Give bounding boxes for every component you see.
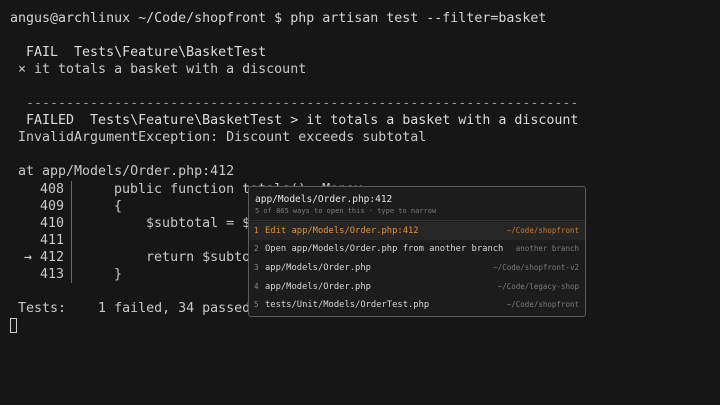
popup-title: app/Models/Order.php:412	[255, 194, 393, 205]
line-number: 412	[40, 250, 65, 265]
separator-line: ----------------------------------------…	[10, 96, 579, 111]
popup-divider	[249, 220, 585, 221]
option-context: ~/Code/shopfront	[506, 226, 579, 235]
popup-subtitle: 5 of 865 ways to open this · type to nar…	[255, 207, 437, 215]
option-label: tests/Unit/Models/OrderTest.php	[265, 300, 430, 310]
line-number: 411	[40, 233, 65, 248]
option-index: 1	[254, 226, 259, 235]
code-text: }	[74, 267, 123, 282]
tests-summary: Tests: 1 failed, 34 passed	[10, 301, 251, 316]
option-index: 2	[254, 244, 259, 253]
failed-test-case: × it totals a basket with a discount	[10, 62, 307, 77]
option-index: 4	[254, 282, 259, 291]
option-label: app/Models/Order.php	[265, 282, 371, 292]
command-prompt-line: angus@archlinux ~/Code/shopfront $ php a…	[10, 11, 547, 26]
line-number: 409	[40, 199, 65, 214]
option-context: ~/Code/legacy-shop	[497, 282, 579, 291]
current-line-arrow-icon: →	[24, 250, 33, 265]
option-context: another branch	[515, 244, 579, 253]
popup-option-edit[interactable]: 1 Edit app/Models/Order.php:412 ~/Code/s…	[249, 222, 585, 240]
popup-option-other-branch[interactable]: 2 Open app/Models/Order.php from another…	[249, 240, 585, 258]
terminal-cursor	[10, 318, 17, 333]
popup-option-order-test[interactable]: 5 tests/Unit/Models/OrderTest.php ~/Code…	[249, 296, 585, 314]
popup-option-shopfront-v2[interactable]: 3 app/Models/Order.php ~/Code/shopfront-…	[249, 259, 585, 277]
line-number: 410	[40, 216, 65, 231]
open-with-popup[interactable]: app/Models/Order.php:412 5 of 865 ways t…	[248, 186, 586, 317]
stack-location[interactable]: at app/Models/Order.php:412	[10, 163, 234, 180]
option-label: Edit app/Models/Order.php:412	[265, 226, 419, 236]
exception-message: InvalidArgumentException: Discount excee…	[10, 130, 427, 145]
code-text: {	[74, 199, 123, 214]
code-gutter-divider	[71, 181, 72, 283]
option-context: ~/Code/shopfront	[506, 300, 579, 309]
fail-line: FAIL Tests\Feature\BasketTest	[10, 45, 267, 60]
line-number: 413	[40, 267, 65, 282]
option-index: 3	[254, 263, 259, 272]
option-label: app/Models/Order.php	[265, 263, 371, 273]
terminal-window[interactable]: angus@archlinux ~/Code/shopfront $ php a…	[0, 0, 720, 405]
option-context: ~/Code/shopfront-v2	[493, 263, 579, 272]
failed-header: FAILED Tests\Feature\BasketTest > it tot…	[10, 113, 579, 128]
option-index: 5	[254, 300, 259, 309]
line-number: 408	[40, 182, 65, 197]
option-label: Open app/Models/Order.php from another b…	[265, 244, 504, 254]
popup-option-legacy-shop[interactable]: 4 app/Models/Order.php ~/Code/legacy-sho…	[249, 278, 585, 296]
